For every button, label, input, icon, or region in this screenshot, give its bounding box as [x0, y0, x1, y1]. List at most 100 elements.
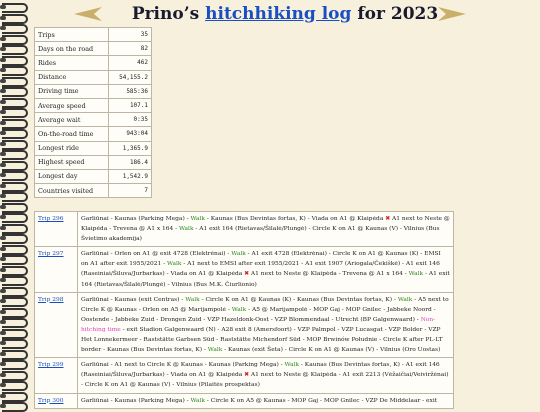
stats-row: Distance 54,155.2: [33, 69, 152, 85]
trips-table: Trip 296 Garliūnai - Kaunas (Parking Mega…: [34, 210, 454, 409]
stats-row: Rides 462: [33, 55, 152, 71]
walk-label: Walk: [190, 216, 205, 222]
spiral-ring: [0, 402, 28, 412]
spiral-ring: [0, 171, 28, 181]
page-header: Prino’s hitchhiking log for 2023: [30, 0, 540, 30]
spiral-ring: [0, 213, 28, 223]
route-text: Garliūnai - Orlen on A1 @ exit 4728 (Ele…: [81, 251, 232, 258]
walk-label: Walk: [231, 251, 246, 258]
stat-value: 1,365.9: [108, 140, 152, 156]
spiral-ring: [0, 244, 28, 255]
stat-value: 462: [108, 55, 152, 71]
trip-route: Garliūnai - Orlen on A1 @ exit 4728 (Ele…: [77, 246, 454, 293]
stat-label: Countries visited: [33, 183, 110, 199]
stats-row: Days on the road 82: [33, 41, 152, 57]
spiral-ring: [0, 202, 28, 213]
trip-link[interactable]: Trip 299: [34, 357, 78, 394]
spiral-ring: [0, 118, 28, 129]
walk-label: Walk: [284, 362, 300, 369]
stat-label: Highest speed: [33, 154, 110, 170]
walk-label: Walk: [166, 261, 182, 268]
walk-label: Walk: [397, 296, 413, 303]
route-text: - Circle K on A5 @ Kaunas - MOP Gaj - MO…: [205, 397, 438, 404]
spiral-ring: [0, 276, 28, 286]
table-row: Trip 298 Garliūnai - Kaunas (exit Centras…: [34, 291, 454, 359]
spiral-ring: [0, 24, 28, 34]
notebook-spiral: [0, 0, 30, 412]
walk-label: Walk: [179, 226, 194, 233]
trip-link[interactable]: Trip 297: [34, 246, 78, 293]
spiral-ring: [0, 223, 28, 234]
table-row: Trip 299 Garliūnai - A1 next to Circle K …: [34, 357, 454, 394]
spiral-ring: [0, 66, 28, 76]
table-row: Trip 300 Garliūnai - Kaunas (Parking Mega…: [34, 392, 454, 409]
route-text: - Kaunas (exit Šeta) - Circle K on A1 @ …: [222, 347, 441, 354]
stats-row: Average speed 107.1: [33, 97, 152, 114]
route-text: Garliūnai - Kaunas (exit Centras) -: [81, 296, 186, 303]
stat-label: Longest day: [33, 168, 110, 185]
spiral-ring: [0, 349, 28, 360]
stat-value: 1,542.9: [108, 168, 152, 185]
table-row: Trip 296 Garliūnai - Kaunas (Parking Mega…: [34, 210, 454, 248]
spiral-ring: [0, 234, 28, 244]
route-text: Garliūnai - A1 next to Circle K @ Kaunas…: [81, 362, 285, 369]
stat-value: 54,155.2: [108, 69, 152, 85]
walk-label: Walk: [231, 306, 247, 313]
walk-label: Walk: [207, 347, 223, 354]
stat-label: Longest ride: [33, 140, 110, 156]
walk-label: Walk: [185, 296, 200, 303]
spiral-ring: [0, 318, 28, 328]
spiral-ring: [0, 265, 28, 276]
spiral-ring: [0, 76, 28, 87]
arrow-right-icon[interactable]: [438, 7, 466, 21]
spiral-ring: [0, 360, 28, 370]
stats-row: Average wait 0:35: [33, 112, 152, 128]
spiral-ring: [0, 328, 28, 339]
stats-row: Longest ride 1,365.9: [33, 140, 152, 156]
route-text: - Circle K on A1 @ Kaunas (K) - Kaunas (…: [199, 296, 398, 303]
stat-label: On-the-road time: [33, 126, 110, 142]
table-row: Trip 297 Garliūnai - Orlen on A1 @ exit 4…: [34, 246, 454, 293]
route-text: A1 next to Neste @ Klaipėda - Trevena @ …: [249, 271, 409, 278]
stat-value: 585:36: [108, 83, 152, 99]
trip-link[interactable]: Trip 296: [34, 210, 78, 248]
title-prefix: Prino’s: [131, 4, 206, 24]
title-suffix: for 2023: [351, 4, 439, 24]
spiral-ring: [0, 192, 28, 202]
hitchhiking-log-link[interactable]: hitchhiking log: [205, 4, 351, 24]
spiral-ring: [0, 255, 28, 265]
stats-row: On-the-road time 943:04: [33, 126, 152, 142]
spiral-ring: [0, 181, 28, 192]
trip-link[interactable]: Trip 298: [34, 291, 78, 359]
stat-value: 943:04: [108, 126, 152, 142]
spiral-ring: [0, 13, 28, 24]
spiral-ring: [0, 108, 28, 118]
stats-row: Longest day 1,542.9: [33, 168, 152, 185]
spiral-ring: [0, 160, 28, 171]
stat-value: 0:35: [108, 112, 152, 128]
stat-label: Trips: [33, 26, 110, 43]
stat-value: 186.4: [108, 154, 152, 170]
walk-label: Walk: [408, 271, 424, 278]
spiral-ring: [0, 297, 28, 307]
trip-link[interactable]: Trip 300: [34, 392, 78, 409]
stat-label: Distance: [33, 69, 110, 85]
stats-row: Driving time 585:36: [33, 83, 152, 99]
spiral-ring: [0, 45, 28, 55]
stat-label: Average speed: [33, 97, 110, 114]
route-text: - Kaunas (Bus Devintas fortas, K) - Viad…: [205, 216, 386, 222]
stats-table: Trips 35 Days on the road 82 Rides 462 Distanc…: [33, 26, 152, 199]
spiral-ring: [0, 150, 28, 160]
spiral-ring: [0, 391, 28, 402]
spiral-ring: [0, 307, 28, 318]
stat-label: Average wait: [33, 112, 110, 128]
stat-value: 7: [108, 183, 152, 199]
trip-route: Garliūnai - A1 next to Circle K @ Kaunas…: [77, 357, 454, 394]
spiral-ring: [0, 339, 28, 349]
trip-route: Garliūnai - Kaunas (Parking Mega) - Walk…: [77, 392, 454, 409]
spiral-ring: [0, 3, 28, 13]
stat-label: Driving time: [33, 83, 110, 99]
spiral-ring: [0, 381, 28, 391]
trip-route: Garliūnai - Kaunas (exit Centras) - Walk…: [77, 291, 454, 359]
spiral-ring: [0, 87, 28, 97]
